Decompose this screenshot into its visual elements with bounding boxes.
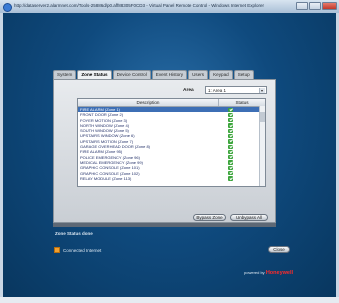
checkmark-icon bbox=[228, 144, 233, 149]
column-header-status[interactable]: Status bbox=[219, 99, 265, 106]
unbypass-all-button[interactable]: Unbypass All bbox=[230, 214, 268, 221]
panel-footer-bar bbox=[53, 223, 276, 227]
checkmark-icon bbox=[228, 171, 233, 176]
checkmark-icon bbox=[228, 107, 233, 112]
close-button[interactable]: Close bbox=[268, 246, 290, 253]
internet-explorer-icon bbox=[3, 3, 12, 12]
zone-description: RELAY MODULE (Zone 113) bbox=[80, 175, 132, 181]
checkmark-icon bbox=[228, 139, 233, 144]
column-header-description[interactable]: Description bbox=[78, 99, 219, 106]
tab-keypad[interactable]: Keypad bbox=[209, 70, 233, 79]
connection-icon bbox=[54, 247, 60, 253]
tab-setup[interactable]: Setup bbox=[233, 70, 254, 79]
checkmark-icon bbox=[228, 112, 233, 118]
table-header: Description Status bbox=[78, 99, 265, 107]
checkmark-icon bbox=[228, 133, 233, 139]
tab-bar: System Zone Status Device Control Event … bbox=[53, 70, 255, 80]
table-scrollbar[interactable] bbox=[259, 106, 265, 186]
close-window-button[interactable] bbox=[322, 2, 337, 10]
area-label: Area bbox=[183, 88, 194, 93]
connection-status: Connected Internet bbox=[63, 248, 102, 253]
bypass-zone-button[interactable]: Bypass Zone bbox=[193, 214, 226, 221]
table-row[interactable]: RELAY MODULE (Zone 113) bbox=[78, 176, 265, 181]
zone-table: Description Status FIRE ALARM (Zone 1) F… bbox=[77, 98, 266, 187]
area-selected-value: 1: Area 1 bbox=[208, 88, 227, 93]
checkmark-icon bbox=[228, 176, 233, 181]
checkmark-icon bbox=[228, 118, 233, 123]
minimize-button[interactable] bbox=[296, 2, 308, 10]
scrollbar-thumb[interactable] bbox=[260, 112, 265, 122]
tab-users[interactable]: Users bbox=[188, 70, 209, 79]
tab-device-control[interactable]: Device Control bbox=[112, 70, 151, 79]
powered-by: powered by Honeywell bbox=[244, 270, 293, 276]
checkmark-icon bbox=[228, 123, 233, 128]
powered-by-label: powered by bbox=[244, 270, 265, 275]
checkmark-icon bbox=[228, 155, 233, 160]
tab-event-history[interactable]: Event History bbox=[151, 70, 188, 79]
checkmark-icon bbox=[228, 128, 233, 133]
checkmark-icon bbox=[228, 149, 233, 155]
window-title: http://dataserver2.alarmnet.com/Tools-25… bbox=[14, 3, 264, 8]
area-select[interactable]: 1: Area 1 bbox=[205, 86, 267, 94]
checkmark-icon bbox=[228, 165, 233, 171]
chevron-down-icon[interactable] bbox=[259, 88, 265, 93]
tab-system[interactable]: System bbox=[53, 70, 77, 79]
title-bar: http://dataserver2.alarmnet.com/Tools-25… bbox=[0, 0, 339, 14]
maximize-button[interactable] bbox=[309, 2, 321, 10]
status-message: Zone Status done bbox=[55, 231, 93, 236]
honeywell-logo: Honeywell bbox=[265, 270, 294, 276]
checkmark-icon bbox=[228, 160, 233, 165]
browser-status-bar bbox=[0, 297, 339, 303]
table-body: FIRE ALARM (Zone 1) FRONT DOOR (Zone 2) … bbox=[78, 107, 265, 181]
